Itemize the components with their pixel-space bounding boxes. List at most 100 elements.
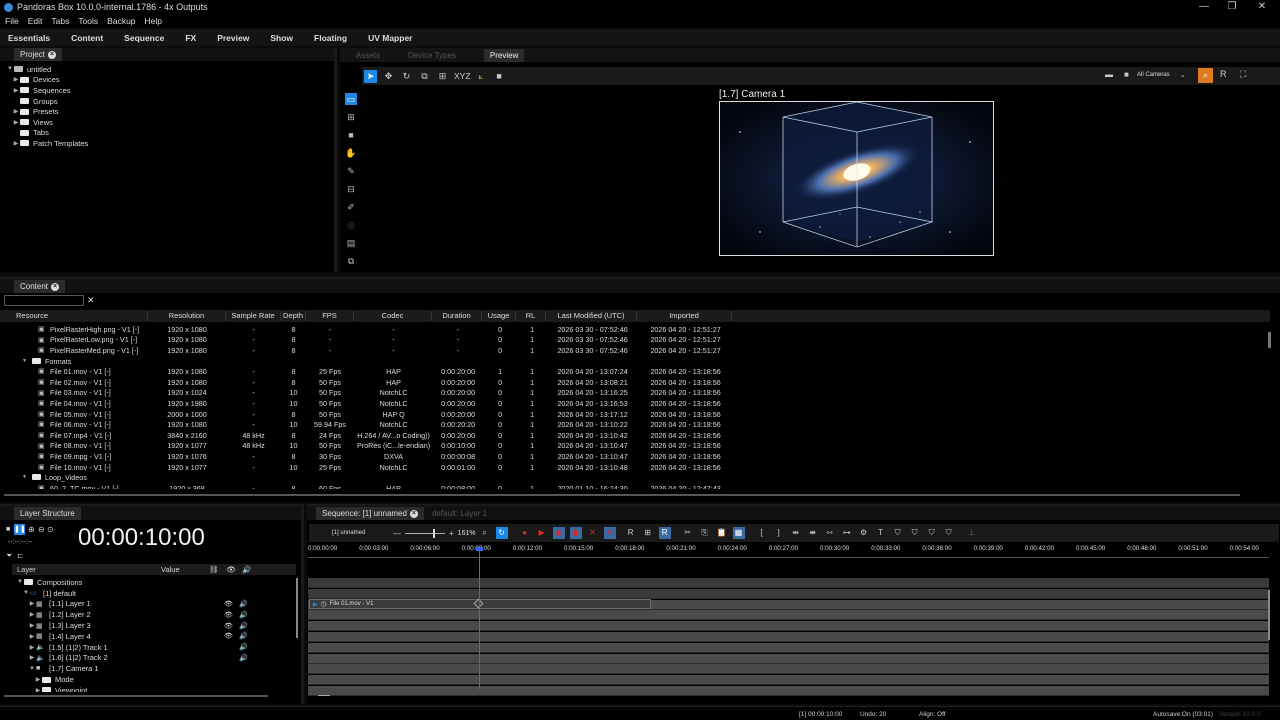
menu-tabs[interactable]: Tabs xyxy=(50,16,70,26)
col-last-modified[interactable]: Last Modified (UTC) xyxy=(546,311,637,321)
view-grid-icon[interactable]: ⊞ xyxy=(345,111,357,123)
record-mode-icon[interactable]: ◉ xyxy=(552,527,565,539)
edit-icon[interactable]: ✎ xyxy=(345,165,357,177)
expand-icon[interactable]: ▼ xyxy=(22,358,27,364)
zoom-slider[interactable] xyxy=(405,528,445,538)
r-mode-icon[interactable]: R xyxy=(658,527,671,539)
content-tab[interactable]: Content × xyxy=(14,280,66,293)
layer-row[interactable]: ▼ Compositions xyxy=(12,577,296,588)
project-item-tabs[interactable]: Tabs xyxy=(12,128,334,139)
zoom-search-icon[interactable]: ⌕ xyxy=(479,527,491,539)
tab-assets[interactable]: Assets xyxy=(356,51,380,60)
trim-icon[interactable]: ⇹ xyxy=(790,527,802,539)
project-item-presets[interactable]: ▶ Presets xyxy=(12,106,334,117)
content-folder-row[interactable]: ▼ Formats xyxy=(0,356,733,367)
zoom-out-icon[interactable]: ⊖ xyxy=(38,525,45,534)
track-lane[interactable] xyxy=(308,578,1269,588)
col-value[interactable]: Value xyxy=(161,565,201,574)
audio-icon[interactable]: 🔊 xyxy=(239,654,248,662)
zoom-in-icon[interactable]: ⊕ xyxy=(28,525,35,534)
col-resource[interactable]: Resource xyxy=(16,311,148,321)
visibility-icon[interactable]: 👁 xyxy=(224,600,233,608)
camera-tool-icon[interactable]: ■ xyxy=(493,70,506,83)
layer-row[interactable]: ▼ ■ [1.7] Camera 1 xyxy=(12,663,296,674)
track-lane[interactable] xyxy=(308,588,1269,599)
col-usage[interactable]: Usage xyxy=(482,311,516,321)
content-row[interactable]: ▣ File 02.mov - V1 [-] 1920 x 1080 - 8 50 Fps… xyxy=(0,377,733,388)
content-row[interactable]: ▣ File 09.mpg - V1 [-] 1920 x 1076 - 8 30 Fps… xyxy=(0,451,733,462)
layer-row[interactable]: ▼ ▭ [1] default xyxy=(12,588,296,599)
tab-floating[interactable]: Floating xyxy=(314,33,347,43)
zoom-slider-handle[interactable] xyxy=(433,528,435,538)
menu-tools[interactable]: Tools xyxy=(77,16,99,26)
content-row[interactable]: ▣ PixelRasterHigh.png - V1 [-] 1920 x 1080… xyxy=(0,324,733,335)
menu-backup[interactable]: Backup xyxy=(106,16,136,26)
sequence-scrollbar[interactable] xyxy=(1268,590,1270,640)
marker3-icon[interactable]: ⛉ xyxy=(926,527,938,539)
paste-mode-icon[interactable]: ▦ xyxy=(732,527,745,539)
expand-icon[interactable]: ▶ xyxy=(12,108,20,115)
col-depth[interactable]: Depth xyxy=(281,311,306,321)
layer-row[interactable]: ▶ Viewpoint xyxy=(12,685,296,692)
axis-gizmo-icon[interactable]: ⟀ xyxy=(475,70,488,83)
col-sample-rate[interactable]: Sample Rate xyxy=(226,311,281,321)
track-lane[interactable] xyxy=(308,642,1269,653)
expand-icon[interactable]: ▼ xyxy=(16,579,24,585)
tab-preview[interactable]: Preview xyxy=(217,33,249,43)
layer-row[interactable]: ▶ 🔈 [1.6] (1|2) Track 2 🔊 xyxy=(12,653,296,664)
camera-select-dropdown[interactable]: All Cameras xyxy=(1137,72,1170,78)
select-tool-icon[interactable]: ➤ xyxy=(364,69,377,83)
filter-icon[interactable]: ⏷ xyxy=(6,551,12,561)
link-icon[interactable]: ⛓ xyxy=(209,565,219,574)
close-sequence-tab-icon[interactable]: × xyxy=(409,509,418,518)
visibility-icon[interactable]: 👁 xyxy=(224,632,233,640)
visibility-icon[interactable]: 👁 xyxy=(224,611,233,619)
layer-row[interactable]: ▶ Mode xyxy=(12,674,296,685)
track-lane[interactable] xyxy=(308,675,1269,686)
tab-show[interactable]: Show xyxy=(270,33,293,43)
track-lane[interactable] xyxy=(308,632,1269,642)
layer-row[interactable]: ▶ ▦ [1.2] Layer 2 👁 🔊 xyxy=(12,609,296,620)
track-lane[interactable] xyxy=(308,610,1269,621)
project-item-views[interactable]: ▶ Views xyxy=(12,117,334,128)
audio-header-icon[interactable]: 🔊 xyxy=(242,565,251,574)
col-rl[interactable]: RL xyxy=(516,311,546,321)
col-codec[interactable]: Codec xyxy=(354,311,432,321)
expand-icon[interactable]: ▶ xyxy=(12,87,20,94)
col-duration[interactable]: Duration xyxy=(432,311,482,321)
tab-device-types[interactable]: Device Types xyxy=(408,51,456,60)
track-lane[interactable] xyxy=(308,621,1269,632)
punch-in-icon[interactable]: ▮ xyxy=(569,527,582,539)
visibility-icon[interactable]: 👁 xyxy=(224,622,233,630)
expand-icon[interactable]: ▶ xyxy=(28,611,36,618)
audio-icon[interactable]: 🔊 xyxy=(239,622,248,630)
expand-icon[interactable]: ▶ xyxy=(28,654,36,661)
sequence-hscrollbar[interactable] xyxy=(318,695,330,696)
paint-icon[interactable]: ✐ xyxy=(345,201,357,213)
expand-icon[interactable]: ▶ xyxy=(34,676,42,683)
track-lane[interactable] xyxy=(308,664,1269,675)
playhead-handle[interactable] xyxy=(476,547,483,551)
expand-icon[interactable]: ▼ xyxy=(6,66,14,72)
tab-preview-active[interactable]: Preview xyxy=(483,48,525,62)
grid-settings-icon[interactable]: ⊟ xyxy=(345,183,357,195)
follow-playhead-icon[interactable]: ↻ xyxy=(495,527,508,539)
layout-icon[interactable]: ▤ xyxy=(345,237,357,249)
expand-icon[interactable]: ▶ xyxy=(12,76,20,83)
layer-hscrollbar[interactable] xyxy=(4,695,268,697)
clear-search-icon[interactable]: ✕ xyxy=(87,295,95,306)
text-icon[interactable]: T xyxy=(875,527,887,539)
project-tab[interactable]: Project × xyxy=(14,48,62,61)
fullscreen-icon[interactable]: ⛶ xyxy=(1240,69,1246,80)
rotate-tool-icon[interactable]: ↻ xyxy=(400,70,413,83)
view-single-icon[interactable]: ▭ xyxy=(345,93,357,105)
marker4-icon[interactable]: ⛉ xyxy=(943,527,955,539)
r-icon[interactable]: R xyxy=(625,527,637,539)
visibility-header-icon[interactable]: 👁 xyxy=(227,565,237,574)
split-icon[interactable]: ⇼ xyxy=(807,527,819,539)
content-search-input[interactable] xyxy=(4,295,84,306)
tab-fx[interactable]: FX xyxy=(185,33,196,43)
reset-button[interactable]: R xyxy=(1220,69,1227,79)
track-lane[interactable] xyxy=(308,653,1269,664)
delete-keyframe-icon[interactable]: ✕ xyxy=(587,527,599,539)
